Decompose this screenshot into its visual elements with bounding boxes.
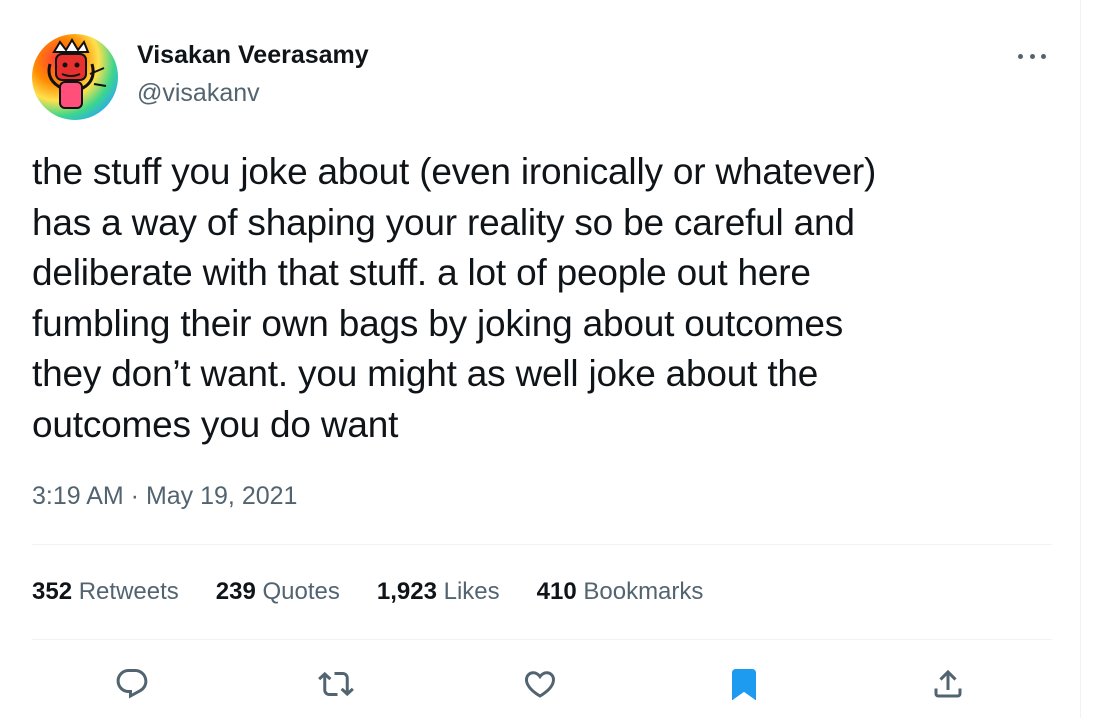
- like-button[interactable]: [516, 660, 564, 708]
- tweet-stats: 352 Retweets 239 Quotes 1,923 Likes 410 …: [32, 576, 703, 608]
- likes-count: 1,923: [376, 578, 437, 605]
- more-options-button[interactable]: [1014, 44, 1050, 68]
- tweet-text-line: they don’t want. you might as well joke …: [32, 353, 819, 394]
- author-handle[interactable]: @visakanv: [137, 78, 260, 108]
- bookmarks-label: Bookmarks: [583, 578, 704, 605]
- tweet-text-line: fumbling their own bags by joking about …: [32, 302, 844, 344]
- retweets-label: Retweets: [78, 578, 179, 605]
- reply-icon: [116, 669, 148, 699]
- bookmark-button[interactable]: [720, 660, 768, 708]
- divider: [32, 639, 1052, 640]
- bookmark-icon: [732, 669, 756, 701]
- tweet-text-line: outcomes you do want: [32, 403, 399, 445]
- tweet-card: Visakan Veerasamy @visakanv the stuff yo…: [0, 0, 1081, 718]
- more-dot-icon: [1029, 53, 1035, 59]
- more-dot-icon: [1041, 53, 1046, 59]
- retweet-icon: [318, 671, 354, 697]
- tweet-timestamp[interactable]: 3:19 AM · May 19, 2021: [32, 480, 297, 512]
- retweet-button[interactable]: [312, 660, 360, 708]
- heart-icon: [524, 671, 556, 698]
- quotes-label: Quotes: [262, 578, 340, 605]
- retweets-count: 352: [32, 578, 73, 605]
- more-dot-icon: [1018, 53, 1023, 59]
- author-display-name[interactable]: Visakan Veerasamy: [137, 40, 369, 70]
- bookmarks-stat[interactable]: 410 Bookmarks: [537, 576, 704, 608]
- avatar[interactable]: [32, 34, 118, 120]
- tweet-text-line: the stuff you joke about (even ironicall…: [32, 151, 877, 192]
- bookmarks-count: 410: [536, 578, 577, 605]
- quotes-stat[interactable]: 239 Quotes: [216, 576, 340, 608]
- tweet-text-line: has a way of shaping your reality so be …: [32, 201, 855, 243]
- share-button[interactable]: [924, 660, 972, 708]
- tweet-text-line: deliberate with that stuff. a lot of peo…: [32, 252, 811, 293]
- likes-stat[interactable]: 1,923 Likes: [377, 576, 500, 608]
- divider: [32, 544, 1052, 545]
- quotes-count: 239: [215, 578, 256, 605]
- reply-button[interactable]: [108, 660, 156, 708]
- retweets-stat[interactable]: 352 Retweets: [32, 576, 179, 608]
- tweet-text: the stuff you joke about (even ironicall…: [32, 147, 1042, 450]
- share-icon: [934, 669, 962, 698]
- avatar-artwork-icon: [47, 38, 107, 109]
- tweet-actions: [0, 660, 1080, 710]
- likes-label: Likes: [443, 578, 500, 605]
